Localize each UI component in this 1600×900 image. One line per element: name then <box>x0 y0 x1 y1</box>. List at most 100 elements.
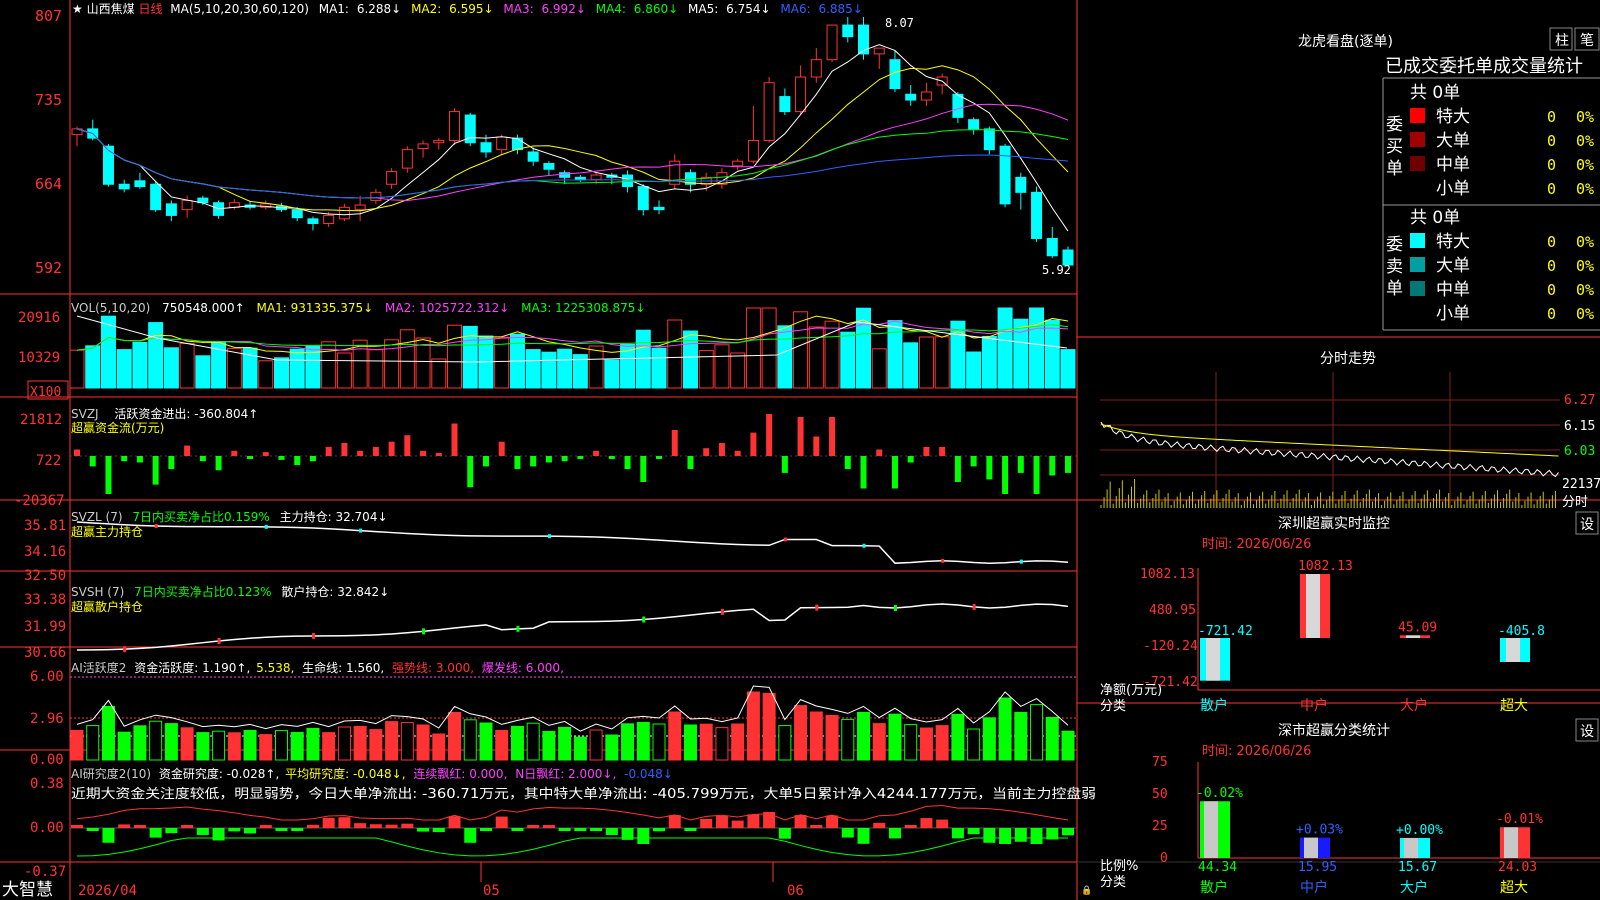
volume-bar <box>494 336 510 389</box>
sz-stat-settings-label: 设 <box>1580 724 1594 740</box>
candle <box>826 24 838 62</box>
volume-bar <box>808 326 824 389</box>
activity-bar <box>385 721 399 761</box>
volume-bar <box>336 352 352 389</box>
research-bar <box>86 828 99 831</box>
ai-activity-pane[interactable] <box>70 676 1077 761</box>
svzj-bar <box>278 456 285 460</box>
activity-bar <box>652 723 666 761</box>
svzj-bar <box>121 456 128 462</box>
svzj-bar <box>294 456 301 466</box>
svzl-tick <box>783 537 787 542</box>
activity-bar <box>762 692 776 761</box>
lock-icon[interactable]: 🔒 <box>1081 885 1092 896</box>
svzj-bar <box>766 414 773 456</box>
sz-stat-time: 时间: 2026/06/26 <box>1202 744 1311 759</box>
price-pane[interactable] <box>71 17 1074 266</box>
ma6-value: 6.885↓ <box>818 2 862 16</box>
volume-pane[interactable] <box>69 307 1076 389</box>
activity-bar <box>180 727 194 761</box>
activity-bar <box>117 731 131 761</box>
activity-bar <box>510 725 524 761</box>
research-bar <box>794 815 807 828</box>
ai-act-c: 生命线: 1.560, <box>302 660 384 675</box>
candle <box>920 82 932 106</box>
activity-bar <box>149 720 163 761</box>
svzl-pane[interactable] <box>76 521 1069 564</box>
stock-name: 山西焦煤 <box>87 2 135 16</box>
candle <box>386 168 398 189</box>
candle <box>511 134 523 155</box>
buy-pct-0: 0% <box>1576 108 1594 126</box>
svsh-tick <box>893 604 897 611</box>
svzj-bar <box>498 441 505 456</box>
activity-bar <box>448 711 462 761</box>
activity-bar <box>809 711 823 761</box>
activity-bar <box>872 723 886 761</box>
activity-bar <box>227 732 241 761</box>
candle <box>1031 186 1043 242</box>
sz-monitor-bar-shine <box>1506 638 1520 663</box>
svzj-bar <box>750 432 757 456</box>
svzj-bar <box>168 456 175 469</box>
sz-monitor-tick-2: 480.95 <box>1149 603 1196 618</box>
candle-body <box>905 93 917 101</box>
research-bar <box>479 828 492 831</box>
svzj-pane[interactable] <box>70 414 1077 494</box>
volume-bar <box>997 307 1013 389</box>
candle-body <box>590 174 602 181</box>
activity-bar <box>306 727 320 761</box>
research-bar <box>684 828 697 831</box>
svzl-tick <box>862 543 866 548</box>
buy-label-char: 买 <box>1386 137 1403 157</box>
sz-stat-cat-0: 散户 <box>1200 879 1228 896</box>
svzl-hold: 主力持仓: 32.704↓ <box>280 509 388 524</box>
volume-bar <box>226 347 242 389</box>
volume-bar <box>604 359 620 389</box>
svzj-bar <box>593 450 600 456</box>
svzj-bar <box>860 456 867 489</box>
ma2-label: MA2: <box>411 2 441 16</box>
ai-act-b: 5.538, <box>256 661 294 675</box>
candle-body <box>574 176 586 181</box>
research-bar <box>904 825 917 828</box>
sz-stat-pct-0: 44.34 <box>1198 860 1237 875</box>
svzj-bar <box>372 446 379 456</box>
price-tick-4: 592 <box>35 259 62 277</box>
activity-bar <box>290 731 304 761</box>
activity-bar <box>101 705 115 761</box>
candle-body <box>747 139 759 162</box>
stock-chart-canvas[interactable]: 委买单委卖单共 0单特大 0 0%大单 0 0%中单 0 0%小单 0 0%共 0单特大 0 0%大… <box>0 0 1600 900</box>
svsh-pane[interactable] <box>76 603 1069 653</box>
volume-bar <box>651 347 667 389</box>
ai-research-pane[interactable] <box>70 805 1077 857</box>
sz-stat-bar <box>1500 827 1530 858</box>
research-bar <box>401 823 414 828</box>
svzj-bar <box>262 452 269 456</box>
candle-body <box>952 93 964 118</box>
sz-monitor-cat-2: 大户 <box>1400 697 1428 714</box>
research-bar <box>149 828 162 838</box>
vol-ma1: MA1: 931335.375↓ <box>257 301 374 315</box>
candle-body <box>826 24 838 61</box>
research-bar <box>212 828 225 841</box>
favorite-star-icon: ★ <box>72 2 83 16</box>
volume-bar <box>541 351 557 389</box>
svzj-bar <box>530 456 537 467</box>
research-bar <box>841 828 854 838</box>
sell-count-2: 0 <box>1547 281 1556 299</box>
svzj-header: SVZJ 活跃资金进出: -360.804↑ <box>71 406 258 421</box>
svzj-bar <box>420 450 427 456</box>
sz-stat-change-3: -0.01% <box>1496 812 1543 827</box>
candle <box>763 76 775 143</box>
volume-bar <box>714 344 730 389</box>
ai-act-d: 强势线: 3.000, <box>392 661 474 675</box>
volume-bar <box>447 324 463 389</box>
candle <box>999 143 1011 208</box>
activity-bar <box>857 711 871 761</box>
svzj-bar <box>986 456 993 480</box>
candle <box>197 195 209 206</box>
research-bar <box>574 828 587 831</box>
activity-bar <box>982 717 996 761</box>
candle-body <box>795 76 807 113</box>
